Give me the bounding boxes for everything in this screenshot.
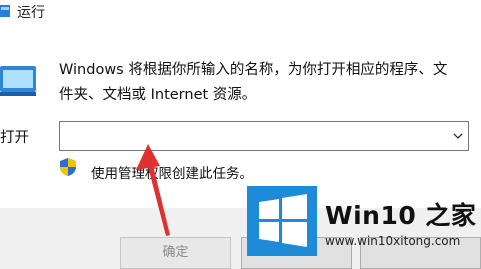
dialog-description: Windows 将根据你所输入的名称，为你打开相应的程序、文件夹、文档或 Int… xyxy=(59,62,448,103)
windows-logo-icon xyxy=(247,186,317,256)
run-app-icon xyxy=(0,5,10,17)
watermark-text: Win10 之家 www.win10xitong.com xyxy=(325,196,476,248)
open-label: 打开 xyxy=(0,130,29,146)
open-input[interactable] xyxy=(64,126,448,148)
watermark-url: www.win10xitong.com xyxy=(325,234,461,248)
ok-button[interactable]: 确定 xyxy=(120,237,231,269)
red-arrow-annotation xyxy=(136,144,170,236)
title-bar: 运行 xyxy=(0,0,481,30)
run-dialog-icon xyxy=(0,66,36,96)
watermark-title: Win10 之家 xyxy=(325,201,477,230)
open-combobox[interactable] xyxy=(59,121,469,151)
uac-shield-icon xyxy=(60,158,76,176)
window-title: 运行 xyxy=(17,5,45,21)
chevron-down-icon[interactable] xyxy=(451,129,465,143)
